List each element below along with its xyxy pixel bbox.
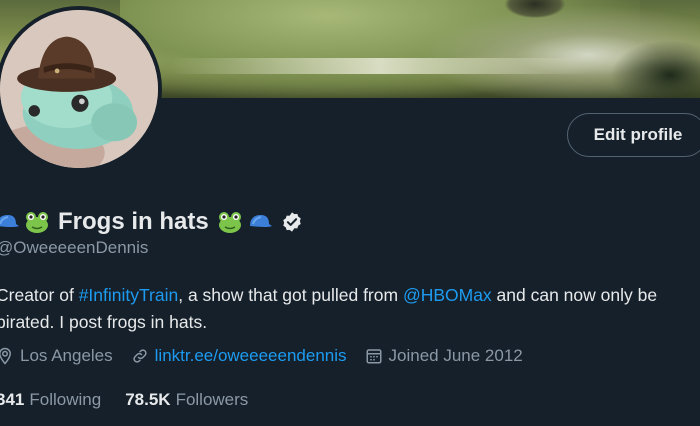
followers-count: 78.5K [125,390,171,409]
mention-link[interactable]: @HBOMax [403,285,492,305]
calendar-icon [366,349,382,364]
username-handle: @OweeeeenDennis [0,238,149,257]
verified-badge-icon[interactable] [281,211,303,233]
edit-profile-button[interactable]: Edit profile [567,113,700,157]
frog-icon [24,209,50,235]
website-link[interactable]: linktr.ee/oweeeeendennis [155,346,347,366]
follow-stats: 341 Following 78.5K Followers [0,390,272,410]
avatar[interactable] [0,6,162,172]
blue-cap-icon [0,209,20,235]
followers-label: Followers [175,390,249,409]
profile-meta: Los Angeles linktr.ee/oweeeeendennis Joi… [0,346,541,366]
joined-text: Joined June 2012 [388,346,523,365]
location-pin-icon [0,347,12,365]
display-name-row: Frogs in hats [0,204,303,240]
following-count: 341 [0,390,25,409]
frog-icon [217,209,243,235]
link-icon [133,349,147,363]
location-text: Los Angeles [20,346,113,365]
website[interactable]: linktr.ee/oweeeeendennis [131,346,347,366]
bio-text: , a show that got pulled from [178,285,403,305]
profile-bio: Creator of #InfinityTrain, a show that g… [0,282,700,336]
location: Los Angeles [0,346,113,366]
hashtag-link[interactable]: #InfinityTrain [79,285,179,305]
blue-cap-icon [247,209,273,235]
following-link[interactable]: 341 Following [0,390,101,410]
joined-date: Joined June 2012 [365,346,523,366]
followers-link[interactable]: 78.5K Followers [125,390,248,410]
display-name: Frogs in hats [58,208,209,235]
following-label: Following [29,390,102,409]
bio-text: Creator of [0,285,79,305]
